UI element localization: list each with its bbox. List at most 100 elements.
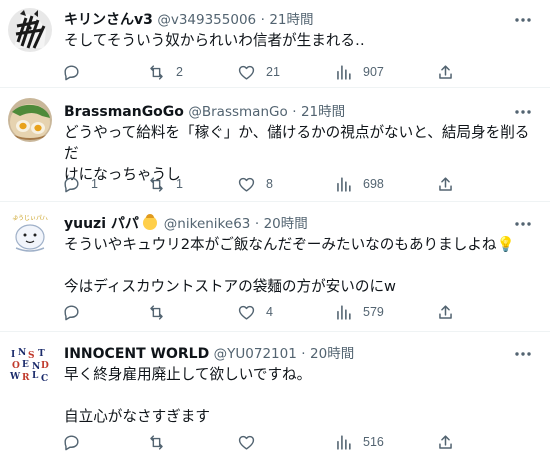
- like-button[interactable]: 8: [237, 174, 273, 194]
- user-handle[interactable]: @BrassmanGo: [188, 104, 287, 120]
- retweet-count: 2: [176, 65, 183, 79]
- timestamp[interactable]: 20時間: [264, 216, 308, 232]
- tweet-text: そういやキュウリ2本がご飯なんだぞーみたいなのもありましよね💡 今はディスカウン…: [64, 234, 534, 297]
- share-icon: [439, 434, 452, 449]
- tweet[interactable]: BrassmanGoGo @BrassmanGo · 21時間 どうやって給料を…: [0, 88, 550, 202]
- views-bar-chart-icon: [337, 64, 351, 80]
- svg-text:O: O: [12, 361, 20, 371]
- share-button[interactable]: [436, 62, 455, 82]
- user-handle[interactable]: @nikenike63: [164, 216, 251, 232]
- views-button[interactable]: 516: [334, 432, 384, 452]
- more-options-icon[interactable]: [514, 103, 532, 121]
- tweet[interactable]: ゆうじぃパパ yuuzi パパ @nikenike63 · 20時間 そういやキ…: [0, 202, 550, 332]
- views-button[interactable]: 698: [334, 174, 384, 194]
- display-name[interactable]: キリンさんv3: [64, 12, 153, 28]
- tweet-text-line: 今はディスカウントストアの袋麺の方が安いのにw: [64, 278, 396, 295]
- views-count: 579: [363, 305, 384, 319]
- heart-icon: [238, 177, 255, 192]
- avatar[interactable]: ゆうじぃパパ: [8, 210, 52, 254]
- reply-button[interactable]: [62, 432, 91, 452]
- share-button[interactable]: [436, 432, 455, 452]
- separator-dot: ·: [260, 12, 265, 28]
- ramen-avatar-icon: [8, 98, 52, 142]
- tweet[interactable]: I N S T O E N D W R L C INNOCENT WORLD @…: [0, 332, 550, 470]
- user-handle[interactable]: @YU072101: [214, 346, 297, 362]
- retweet-icon: [150, 64, 163, 80]
- reply-icon: [64, 434, 79, 450]
- avatar[interactable]: [8, 8, 52, 52]
- svg-text:I: I: [11, 350, 15, 360]
- share-button[interactable]: [436, 302, 455, 322]
- retweet-icon: [150, 434, 163, 450]
- heart-icon: [238, 435, 255, 450]
- views-button[interactable]: 907: [334, 62, 384, 82]
- avatar[interactable]: [8, 98, 52, 142]
- reply-icon: [64, 64, 79, 80]
- like-count: 21: [266, 65, 280, 79]
- tweet-text-line: そういやキュウリ2本がご飯なんだぞーみたいなのもありましよね💡: [64, 236, 515, 253]
- like-button[interactable]: [237, 432, 266, 452]
- retweet-icon: [150, 176, 163, 192]
- retweet-button[interactable]: 2: [147, 62, 183, 82]
- separator-dot: ·: [254, 216, 260, 232]
- reply-button[interactable]: [62, 62, 91, 82]
- svg-text:S: S: [28, 351, 35, 361]
- retweet-button[interactable]: [147, 302, 176, 322]
- display-name[interactable]: yuuzi パパ: [64, 216, 139, 232]
- views-bar-chart-icon: [337, 176, 351, 192]
- share-icon: [439, 176, 452, 191]
- reply-count: 1: [91, 177, 98, 191]
- heart-icon: [238, 305, 255, 320]
- more-options-icon[interactable]: [514, 11, 532, 29]
- views-bar-chart-icon: [337, 304, 351, 320]
- display-name[interactable]: BrassmanGoGo: [64, 104, 184, 120]
- baby-emoji-icon: [143, 214, 158, 230]
- avatar-caption: ゆうじぃパパ: [12, 215, 48, 222]
- retweet-count: 1: [176, 177, 183, 191]
- tweet-text: 早く終身雇用廃止して欲しいですね。 自立心がなさすぎます: [64, 364, 534, 427]
- svg-text:C: C: [41, 374, 48, 384]
- share-icon: [439, 304, 452, 319]
- reply-button[interactable]: [62, 302, 91, 322]
- zebra-avatar-icon: [8, 8, 52, 52]
- more-options-icon[interactable]: [514, 215, 532, 233]
- tweet-actions: 2 21 907: [52, 62, 492, 82]
- tweet-actions: 4 579: [52, 302, 492, 322]
- tweet-actions: 1 1 8 698: [52, 174, 492, 194]
- reply-button[interactable]: 1: [62, 174, 98, 194]
- separator-dot: ·: [301, 346, 306, 362]
- retweet-button[interactable]: [147, 432, 176, 452]
- views-button[interactable]: 579: [334, 302, 384, 322]
- tweet-actions: 516: [52, 432, 492, 452]
- svg-text:L: L: [32, 371, 39, 381]
- share-button[interactable]: [436, 174, 455, 194]
- timestamp[interactable]: 20時間: [310, 346, 354, 362]
- reply-icon: [64, 304, 79, 320]
- timestamp[interactable]: 21時間: [269, 12, 313, 28]
- user-handle[interactable]: @v349355006: [157, 12, 256, 28]
- like-count: 4: [266, 305, 273, 319]
- display-name[interactable]: INNOCENT WORLD: [64, 346, 209, 362]
- svg-text:N: N: [18, 348, 26, 358]
- tweet-text-line: どうやって給料を「稼ぐ」か、儲けるかの視点がないと、結局身を削るだ: [64, 124, 530, 162]
- svg-text:D: D: [41, 361, 49, 371]
- tweet-text: そしてそういう奴かられいわ信者が生まれる‥: [64, 30, 534, 51]
- tweet-text-line: 自立心がなさすぎます: [64, 408, 210, 425]
- like-count: 8: [266, 177, 273, 191]
- tweet[interactable]: キリンさんv3 @v349355006 · 21時間 そしてそういう奴かられいわ…: [0, 0, 550, 88]
- more-options-icon[interactable]: [514, 345, 532, 363]
- like-button[interactable]: 4: [237, 302, 273, 322]
- innocent-world-logo-avatar-icon: I N S T O E N D W R L C: [8, 346, 52, 390]
- svg-text:T: T: [38, 349, 45, 359]
- reply-icon: [64, 176, 79, 192]
- avatar[interactable]: I N S T O E N D W R L C: [8, 346, 52, 390]
- retweet-button[interactable]: 1: [147, 174, 183, 194]
- timestamp[interactable]: 21時間: [301, 104, 345, 120]
- views-count: 516: [363, 435, 384, 449]
- share-icon: [439, 64, 452, 79]
- mascot-avatar-icon: ゆうじぃパパ: [8, 210, 52, 254]
- tweet-text-line: 早く終身雇用廃止して欲しいですね。: [64, 366, 312, 383]
- like-button[interactable]: 21: [237, 62, 280, 82]
- retweet-icon: [150, 304, 163, 320]
